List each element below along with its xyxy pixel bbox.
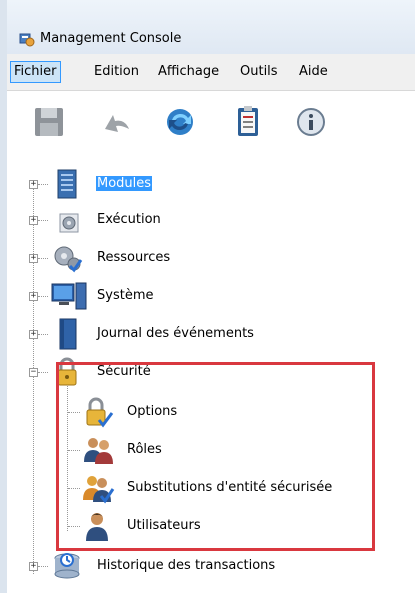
info-button[interactable] bbox=[294, 105, 328, 139]
refresh-icon bbox=[167, 109, 193, 135]
menu-aide[interactable]: Aide bbox=[296, 62, 331, 82]
window-title: Management Console bbox=[40, 31, 182, 46]
tree-line bbox=[38, 220, 48, 221]
app-icon bbox=[19, 31, 35, 47]
properties-button[interactable] bbox=[231, 105, 265, 139]
tree-line bbox=[38, 566, 48, 567]
info-icon bbox=[297, 108, 325, 136]
window-left-edge bbox=[0, 0, 7, 593]
tree-node-label: Système bbox=[97, 288, 154, 303]
expand-icon[interactable]: + bbox=[29, 216, 38, 225]
tree-node-label: Ressources bbox=[97, 250, 171, 265]
gear-icon bbox=[50, 204, 84, 239]
menu-edition[interactable]: Edition bbox=[91, 62, 142, 82]
server-icon bbox=[50, 168, 84, 203]
save-icon bbox=[35, 108, 63, 136]
collapse-icon[interactable]: − bbox=[29, 368, 38, 377]
tree-line bbox=[38, 258, 48, 259]
tree-node-label: Modules bbox=[96, 176, 153, 191]
undo-icon bbox=[105, 115, 129, 132]
tree-node-execution[interactable]: + Exécution bbox=[7, 204, 415, 236]
save-button[interactable] bbox=[32, 105, 66, 139]
toolbar bbox=[7, 91, 415, 153]
tree-line bbox=[38, 184, 48, 185]
refresh-button[interactable] bbox=[163, 105, 197, 139]
expand-icon[interactable]: + bbox=[29, 330, 38, 339]
title-bar: Management Console bbox=[7, 0, 415, 54]
undo-button[interactable] bbox=[99, 105, 133, 139]
expand-icon[interactable]: + bbox=[29, 254, 38, 263]
database-clock-icon bbox=[50, 550, 84, 585]
expand-icon[interactable]: + bbox=[29, 562, 38, 571]
menu-fichier[interactable]: Fichier bbox=[10, 61, 61, 83]
tree-node-modules[interactable]: + Modules bbox=[7, 168, 415, 200]
highlight-box bbox=[56, 362, 375, 551]
tree-node-label: Historique des transactions bbox=[97, 558, 276, 573]
tree-node-label: Exécution bbox=[97, 212, 161, 227]
tree-node-label: Journal des événements bbox=[97, 326, 254, 341]
menu-bar: Fichier Edition Affichage Outils Aide bbox=[7, 54, 415, 91]
tree-node-ressources[interactable]: + Ressources bbox=[7, 242, 415, 274]
tree-node-systeme[interactable]: + Système bbox=[7, 280, 415, 312]
tree-line bbox=[38, 334, 48, 335]
tree-node-historique[interactable]: + Historique des transactions bbox=[7, 550, 415, 582]
expand-icon[interactable]: + bbox=[29, 180, 38, 189]
menu-affichage[interactable]: Affichage bbox=[155, 62, 222, 82]
expand-icon[interactable]: + bbox=[29, 292, 38, 301]
gears-check-icon bbox=[50, 242, 84, 277]
tree-line bbox=[38, 296, 48, 297]
menu-outils[interactable]: Outils bbox=[237, 62, 281, 82]
tree-node-journal[interactable]: + Journal des événements bbox=[7, 318, 415, 350]
computer-icon bbox=[50, 280, 90, 315]
book-icon bbox=[50, 318, 84, 353]
tree-line bbox=[38, 372, 48, 373]
clipboard-icon bbox=[238, 106, 258, 136]
